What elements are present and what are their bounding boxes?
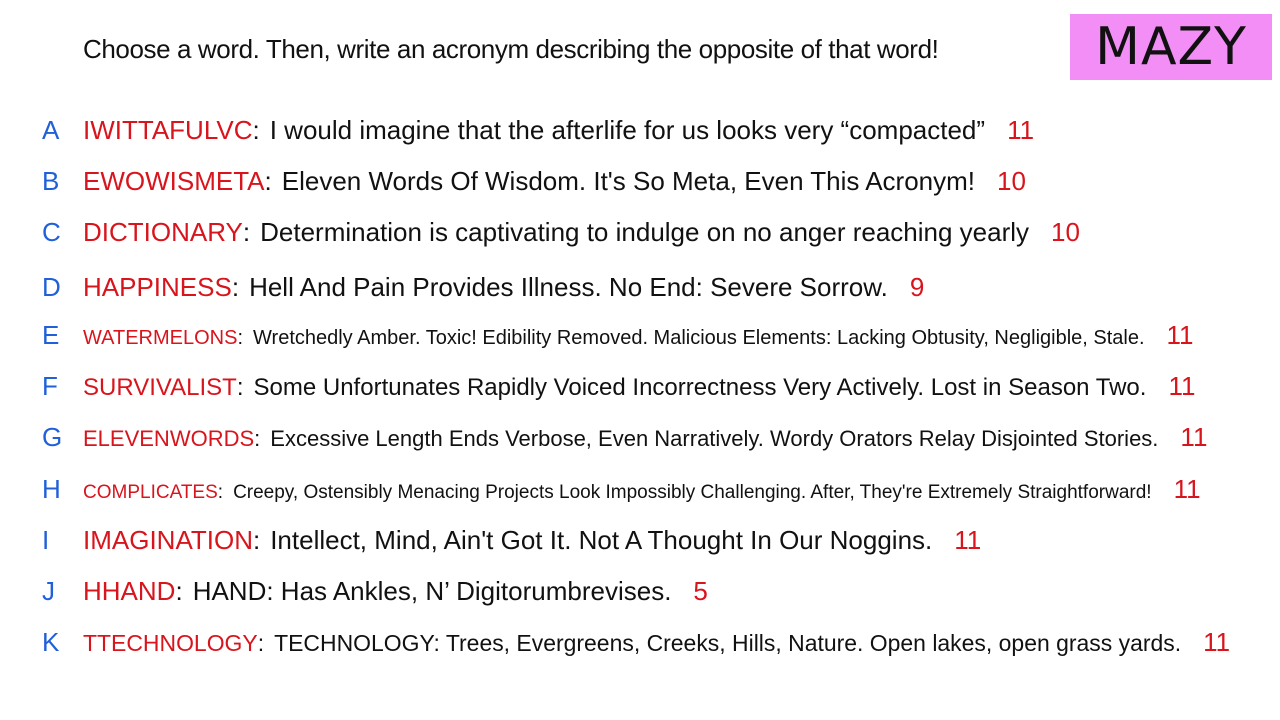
source-word: COMPLICATES [83,481,218,503]
source-word: ELEVENWORDS [83,425,255,451]
row-content: IWITTAFULVC: I would imagine that the aft… [83,115,1034,146]
separator-colon: : [236,373,244,401]
row-letter: I [42,524,50,555]
row-content: ELEVENWORDS: Excessive Length Ends Verbos… [83,422,1207,453]
row-letter: F [42,370,58,401]
letter-count: 10 [997,165,1026,196]
row-letter: C [42,216,61,247]
acronym-description: TECHNOLOGY: Trees, Evergreens, Creeks, H… [274,629,1182,656]
letter-count: 11 [1166,319,1194,350]
acronym-description: Determination is captivating to indulge … [260,216,1030,247]
acronym-row: G ELEVENWORDS: Excessive Length Ends Verbo… [0,417,1280,457]
row-letter: G [42,421,63,452]
row-content: TTECHNOLOGY: TECHNOLOGY: Trees, Evergreen… [83,627,1230,658]
row-letter: J [42,575,55,606]
letter-count: 11 [1007,114,1035,145]
acronym-row: K TTECHNOLOGY: TECHNOLOGY: Trees, Evergree… [0,622,1280,662]
row-letter: E [42,319,60,350]
acronym-description: Wretchedly Amber. Toxic! Edibility Remov… [253,326,1145,349]
source-word: WATERMELONS [83,326,238,349]
source-word: IMAGINATION [83,524,253,555]
source-word: DICTIONARY [83,216,243,247]
separator-colon: : [242,216,251,247]
letter-count: 10 [1051,216,1080,247]
acronym-row: H COMPLICATES: Creepy, Ostensibly Menacing… [0,469,1280,509]
separator-colon: : [252,524,261,555]
acronym-description: Eleven Words Of Wisdom. It's So Meta, Ev… [281,165,975,196]
letter-count: 11 [954,524,982,555]
separator-colon: : [217,481,224,503]
letter-count: 5 [693,575,708,606]
letter-count: 11 [1168,370,1196,401]
acronym-description: I would imagine that the afterlife for u… [269,114,986,145]
acronym-row: C DICTIONARY: Determination is captivating… [0,212,1280,252]
acronym-row: B EWOWISMETA: Eleven Words Of Wisdom. It's… [0,161,1280,201]
acronym-row: F SURVIVALIST: Some Unfortunates Rapidly V… [0,366,1280,406]
acronym-row: A IWITTAFULVC: I would imagine that the af… [0,110,1280,150]
letter-count: 11 [1173,473,1201,504]
row-letter: H [42,473,61,504]
row-content: HHAND: HAND: Has Ankles, N’ Digitorumbrev… [83,576,708,607]
separator-colon: : [237,326,244,349]
instruction-text: Choose a word. Then, write an acronym de… [83,34,939,64]
source-word: TTECHNOLOGY [83,629,258,656]
row-content: SURVIVALIST: Some Unfortunates Rapidly Vo… [83,371,1195,402]
acronym-row: J HHAND: HAND: Has Ankles, N’ Digitorumbre… [0,571,1280,611]
letter-count: 11 [1203,626,1231,657]
acronym-row: E WATERMELONS: Wretchedly Amber. Toxic! Ed… [0,315,1280,355]
acronym-description: Some Unfortunates Rapidly Voiced Incorre… [253,373,1147,401]
row-letter: K [42,626,60,657]
acronym-description: Hell And Pain Provides Illness. No End: … [249,271,888,302]
separator-colon: : [257,629,265,656]
row-content: WATERMELONS: Wretchedly Amber. Toxic! Edi… [83,320,1194,351]
letter-count: 11 [1180,421,1208,452]
row-content: IMAGINATION: Intellect, Mind, Ain't Got I… [83,525,981,556]
acronym-row: D HAPPINESS: Hell And Pain Provides Illnes… [0,267,1280,307]
source-word: IWITTAFULVC [83,114,253,145]
acronym-description: Excessive Length Ends Verbose, Even Narr… [270,425,1159,451]
separator-colon: : [254,425,261,451]
acronym-description: HAND: Has Ankles, N’ Digitorumbrevises. [192,575,672,606]
separator-colon: : [264,165,272,196]
separator-colon: : [175,575,183,606]
source-word: HAPPINESS [83,271,232,302]
row-content: EWOWISMETA: Eleven Words Of Wisdom. It's … [83,166,1026,197]
row-letter: A [42,114,60,145]
source-word: HHAND [83,575,176,606]
letter-count: 9 [909,271,925,302]
source-word: EWOWISMETA [83,165,265,196]
row-content: COMPLICATES: Creepy, Ostensibly Menacing … [83,474,1201,505]
acronym-description: Intellect, Mind, Ain't Got It. Not A Tho… [270,524,933,555]
source-word: SURVIVALIST [83,373,237,401]
mazy-badge: MAZY [1070,14,1272,80]
row-content: HAPPINESS: Hell And Pain Provides Illness… [83,272,924,303]
separator-colon: : [252,114,260,145]
row-letter: B [42,165,60,196]
acronym-description: Creepy, Ostensibly Menacing Projects Loo… [233,481,1152,503]
separator-colon: : [231,271,240,302]
row-letter: D [42,271,61,302]
acronym-row: I IMAGINATION: Intellect, Mind, Ain't Got … [0,520,1280,560]
row-content: DICTIONARY: Determination is captivating … [83,217,1080,248]
